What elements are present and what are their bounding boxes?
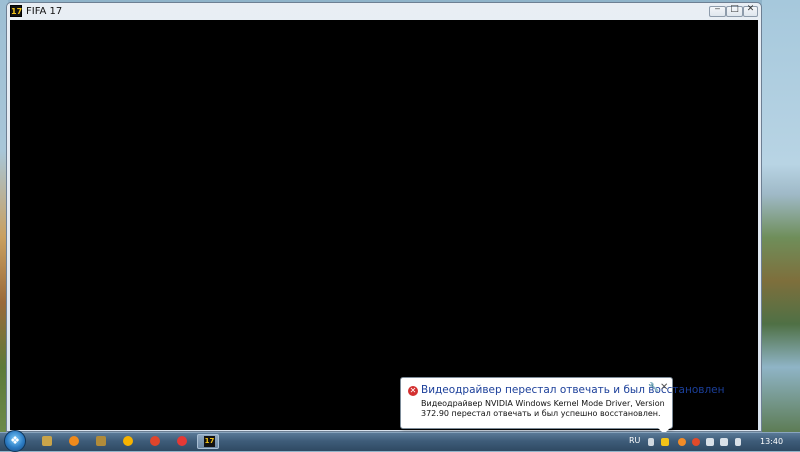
explorer-icon [42, 436, 52, 446]
warning-tray-icon[interactable] [661, 438, 669, 446]
red-app-icon [150, 436, 160, 446]
volume-tray-icon[interactable] [735, 438, 741, 446]
minimize-icon: ‒ [714, 4, 721, 14]
driver-notification-balloon[interactable]: ✕ Видеодрайвер перестал отвечать и был в… [400, 377, 725, 429]
window-title: FIFA 17 [26, 6, 63, 17]
title-bar[interactable]: 17 FIFA 17 ‒ □ ✕ [7, 3, 761, 20]
maximize-button[interactable]: □ [726, 4, 743, 17]
wrench-icon[interactable]: 🔧 [648, 383, 659, 393]
taskbar-pin-tool[interactable] [90, 434, 112, 449]
taskbar-pin-yandex-browser[interactable] [171, 434, 193, 449]
taskbar-pin-media-player[interactable] [63, 434, 85, 449]
network-tray-icon[interactable] [720, 438, 728, 446]
taskbar-pin-explorer[interactable] [36, 434, 58, 449]
fifa-window[interactable]: 17 FIFA 17 ‒ □ ✕ [6, 2, 762, 432]
desktop-wallpaper-right [762, 0, 800, 432]
clock[interactable]: 13:40 [760, 437, 783, 446]
notification-close-icon[interactable]: ✕ [660, 382, 668, 393]
taskbar-task-fifa[interactable]: 17 [197, 434, 219, 449]
taskbar-pin-origin[interactable] [117, 434, 139, 449]
origin-icon [123, 436, 133, 446]
notification-body: Видеодрайвер NVIDIA Windows Kernel Mode … [421, 399, 665, 418]
notification-title: Видеодрайвер перестал отвечать и был вос… [421, 384, 725, 396]
fifa-taskbar-icon: 17 [204, 436, 215, 447]
maximize-icon: □ [730, 4, 739, 14]
taskbar: ❖ 17 RU 13:40 [0, 430, 800, 452]
game-viewport[interactable] [10, 20, 758, 430]
language-indicator[interactable]: RU [629, 436, 640, 445]
close-button[interactable]: ✕ [743, 4, 758, 17]
origin-tray-icon[interactable] [678, 438, 686, 446]
media-player-icon [69, 436, 79, 446]
taskbar-pin-app-red[interactable] [144, 434, 166, 449]
error-icon: ✕ [408, 386, 418, 396]
fifa-app-icon: 17 [10, 5, 23, 17]
minimize-button[interactable]: ‒ [709, 4, 726, 17]
red-tray-icon[interactable] [692, 438, 700, 446]
close-icon: ✕ [746, 4, 755, 14]
start-button[interactable]: ❖ [4, 430, 26, 452]
tool-icon [96, 436, 106, 446]
device-tray-icon[interactable] [706, 438, 714, 446]
tray-expand-icon[interactable] [648, 438, 654, 446]
yandex-browser-icon [177, 436, 187, 446]
